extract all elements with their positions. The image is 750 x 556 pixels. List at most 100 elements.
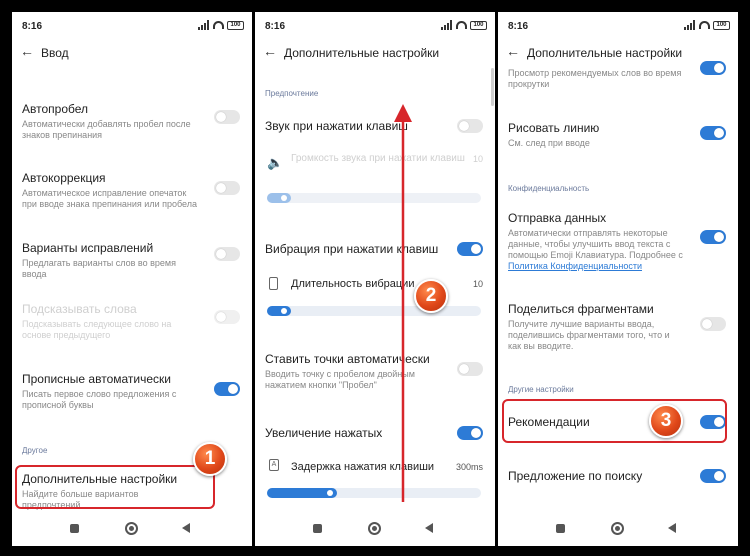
wifi-icon	[699, 21, 710, 29]
setting-share-snippets[interactable]: Поделиться фрагментами Получите лучшие в…	[508, 302, 728, 352]
section-privacy: Конфиденциальность	[508, 184, 590, 193]
next-word-toggle	[214, 310, 240, 324]
suggestions-toggle[interactable]	[214, 247, 240, 261]
setting-title: Варианты исправлений	[22, 241, 154, 255]
scrollbar[interactable]	[491, 68, 494, 106]
key-sound-toggle[interactable]	[457, 119, 483, 133]
setting-search-suggestions[interactable]: Предложение по поиску	[508, 469, 728, 483]
setting-desc: Автоматическое исправление опечаток при …	[22, 188, 198, 209]
setting-title: Автопробел	[22, 102, 89, 116]
setting-title: Поделиться фрагментами	[508, 302, 654, 316]
key-vibration-toggle[interactable]	[457, 242, 483, 256]
key-popup-toggle[interactable]	[457, 426, 483, 440]
autospace-toggle[interactable]	[214, 110, 240, 124]
recents-icon[interactable]	[556, 524, 565, 533]
setting-title: Длительность вибрации	[291, 278, 415, 290]
setting-title: Увеличение нажатых	[265, 426, 383, 440]
setting-suggestions[interactable]: Варианты исправлений Предлагать варианты…	[22, 241, 242, 280]
privacy-policy-link[interactable]: Политика Конфиденциальности	[508, 261, 642, 271]
speaker-icon: 🔈	[267, 155, 284, 170]
search-suggestions-toggle[interactable]	[700, 469, 726, 483]
battery-icon: 100	[470, 20, 487, 30]
status-bar: 8:16 100	[12, 12, 252, 40]
scroll-up-arrow	[394, 104, 412, 502]
setting-scroll-preview[interactable]: Просмотр рекомендуемых слов во время про…	[508, 61, 728, 90]
wifi-icon	[456, 21, 467, 29]
back-icon[interactable]	[425, 523, 433, 533]
back-icon[interactable]	[668, 523, 676, 533]
setting-desc: См. след при вводе	[508, 138, 590, 148]
setting-key-vibration[interactable]: Вибрация при нажатии клавиш	[265, 242, 485, 256]
app-header: ← Ввод	[12, 40, 252, 70]
setting-autocorrect[interactable]: Автокоррекция Автоматическое исправление…	[22, 171, 242, 210]
setting-title: Звук при нажатии клавиш	[265, 119, 408, 133]
status-bar: 8:16 100	[498, 12, 738, 40]
back-arrow-icon[interactable]: ←	[263, 43, 277, 59]
setting-draw-line[interactable]: Рисовать линию См. след при вводе	[508, 121, 728, 149]
signal-icon	[441, 20, 453, 30]
setting-key-delay: Задержка нажатия клавиши 300ms	[291, 461, 485, 473]
draw-line-toggle[interactable]	[700, 126, 726, 140]
recents-icon[interactable]	[313, 524, 322, 533]
tutorial-composite: 8:16 100 ← Ввод Автопробел Автоматически…	[0, 0, 750, 556]
setting-vibration-duration: Длительность вибрации 10	[291, 278, 485, 290]
page-title: Дополнительные настройки	[284, 46, 440, 60]
back-arrow-icon[interactable]: ←	[506, 43, 520, 59]
setting-desc: Получите лучшие варианты ввода, поделивш…	[508, 319, 670, 351]
setting-next-word: Подсказывать слова Подсказывать следующе…	[22, 302, 242, 341]
setting-auto-caps[interactable]: Прописные автоматически Писать первое сл…	[22, 372, 242, 411]
key-delay-slider[interactable]	[267, 488, 481, 498]
battery-icon: 100	[227, 20, 244, 30]
send-data-toggle[interactable]	[700, 230, 726, 244]
setting-desc: Просмотр рекомендуемых слов во время	[508, 68, 682, 78]
auto-caps-toggle[interactable]	[214, 382, 240, 396]
auto-period-toggle[interactable]	[457, 362, 483, 376]
setting-title: Автокоррекция	[22, 171, 106, 185]
page-title: Ввод	[41, 46, 69, 60]
section-other: Другое	[22, 446, 48, 455]
step-badge: 2	[414, 279, 448, 313]
setting-desc: Предлагать варианты слов во время ввода	[22, 258, 176, 279]
sound-volume-slider[interactable]	[267, 193, 481, 203]
recents-icon[interactable]	[70, 524, 79, 533]
section-other-settings: Другие настройки	[508, 385, 574, 394]
setting-sound-volume: Громкость звука при нажатии клавиш 10	[291, 153, 485, 164]
nav-bar	[255, 512, 495, 546]
home-icon[interactable]	[611, 522, 624, 535]
setting-desc: Громкость звука при нажатии клавиш	[291, 153, 465, 164]
share-snippets-toggle[interactable]	[700, 317, 726, 331]
highlight-box	[15, 465, 215, 509]
vibration-slider[interactable]	[267, 306, 481, 316]
app-header: ← Дополнительные настройки	[255, 40, 495, 70]
setting-send-data[interactable]: Отправка данных Автоматически отправлять…	[508, 211, 728, 272]
setting-title: Подсказывать слова	[22, 302, 137, 316]
status-time: 8:16	[22, 21, 43, 32]
back-arrow-icon[interactable]: ←	[20, 43, 34, 59]
setting-title: Предложение по поиску	[508, 469, 643, 483]
wifi-icon	[213, 21, 224, 29]
status-time: 8:16	[265, 21, 286, 32]
autocorrect-toggle[interactable]	[214, 181, 240, 195]
sound-volume-value: 10	[472, 154, 483, 164]
setting-title: Вибрация при нажатии клавиш	[265, 242, 439, 256]
setting-desc: Автоматически отправлять некоторые данны…	[508, 228, 683, 271]
scroll-preview-toggle[interactable]	[700, 61, 726, 75]
setting-autospace[interactable]: Автопробел Автоматически добавлять пробе…	[22, 102, 242, 141]
setting-title: Отправка данных	[508, 211, 607, 225]
home-icon[interactable]	[368, 522, 381, 535]
screen-advanced-settings-scrolled: 8:16 100 ← Дополнительные настройки Прос…	[498, 12, 738, 546]
setting-key-sound[interactable]: Звук при нажатии клавиш	[265, 119, 485, 133]
status-time: 8:16	[508, 21, 529, 32]
screen-advanced-settings: 8:16 100 ← Дополнительные настройки Пред…	[255, 12, 495, 546]
home-icon[interactable]	[125, 522, 138, 535]
signal-icon	[684, 20, 696, 30]
setting-desc: прокрутки	[508, 79, 550, 89]
back-icon[interactable]	[182, 523, 190, 533]
key-delay-value: 300ms	[455, 462, 483, 472]
setting-title: Ставить точки автоматически	[265, 352, 430, 366]
page-title: Дополнительные настройки	[527, 46, 683, 60]
setting-title: Прописные автоматически	[22, 372, 171, 386]
setting-auto-period[interactable]: Ставить точки автоматически Вводить точк…	[265, 352, 485, 391]
step-badge: 3	[649, 404, 683, 438]
setting-key-popup[interactable]: Увеличение нажатых	[265, 426, 485, 440]
